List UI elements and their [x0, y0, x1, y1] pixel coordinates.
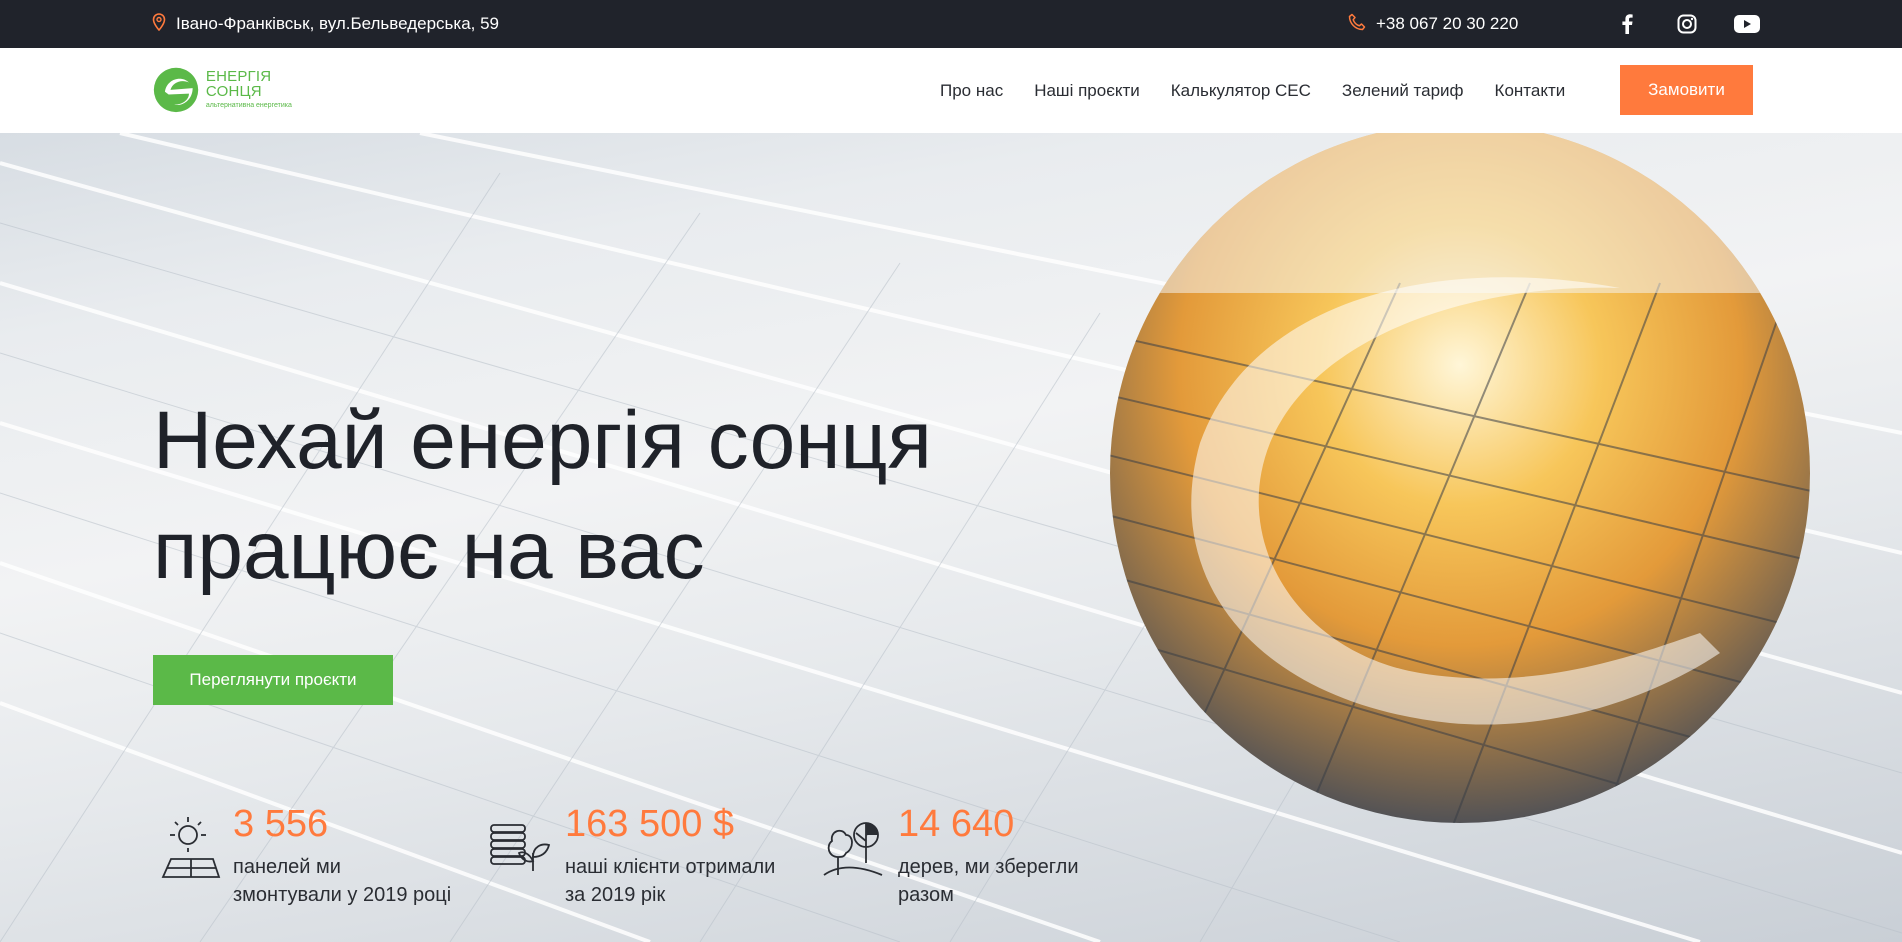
phone-text[interactable]: +38 067 20 30 220: [1376, 14, 1518, 34]
social-links: [1612, 0, 1762, 48]
stat-trees-number: 14 640: [898, 803, 1015, 845]
hero-title-line-2: працює на вас: [153, 505, 705, 596]
address-text: Івано-Франківськ, вул.Бельведерська, 59: [176, 14, 500, 33]
instagram-icon[interactable]: [1672, 9, 1702, 39]
logo-mark-icon: [153, 67, 199, 113]
stat-savings-desc-2: за 2019 рік: [565, 884, 666, 906]
stat-panels-desc-2: змонтували у 2019 році: [233, 884, 452, 906]
facebook-icon[interactable]: [1612, 9, 1642, 39]
address: Івано-Франківськ, вул.Бельведерська, 59: [152, 0, 499, 48]
youtube-icon[interactable]: [1732, 9, 1762, 39]
nav-projects[interactable]: Наші проєкти: [1034, 81, 1140, 101]
stat-panels-number: 3 556: [233, 803, 329, 845]
hero-title: Нехай енергія сонця працює на вас: [153, 386, 1053, 606]
stat-trees-desc: дерев, ми зберегли разом: [898, 853, 1158, 909]
solar-panel-icon: [161, 817, 221, 878]
stat-panels-desc-1: панелей ми: [233, 856, 341, 878]
order-button[interactable]: Замовити: [1620, 65, 1753, 115]
top-bar: Івано-Франківськ, вул.Бельведерська, 59 …: [0, 0, 1902, 48]
nav-about[interactable]: Про нас: [940, 81, 1003, 101]
logo-tagline: альтернативна енергетика: [205, 102, 292, 109]
phone[interactable]: +38 067 20 30 220: [1348, 0, 1518, 48]
stat-savings-number: 163 500 $: [565, 803, 735, 845]
logo[interactable]: ЕНЕРГІЯ СОНЦЯ альтернативна енергетика: [152, 59, 322, 119]
nav-green-tariff[interactable]: Зелений тариф: [1342, 81, 1464, 101]
main-nav: Про нас Наші проєкти Калькулятор СЕС Зел…: [940, 48, 1596, 133]
site-header: ЕНЕРГІЯ СОНЦЯ альтернативна енергетика П…: [0, 48, 1902, 133]
stat-savings-desc-1: наші клієнти отримали: [565, 856, 776, 878]
nav-contacts[interactable]: Контакти: [1495, 81, 1566, 101]
stat-panels-desc: панелей ми змонтували у 2019 році: [233, 853, 493, 909]
location-pin-icon: [152, 12, 166, 36]
coins-growth-icon: [490, 824, 551, 871]
stat-trees-desc-1: дерев, ми зберегли: [898, 856, 1079, 878]
trees-icon: [823, 822, 883, 876]
stat-trees-desc-2: разом: [898, 884, 954, 906]
phone-icon: [1348, 13, 1366, 36]
logo-name: ЕНЕРГІЯ СОНЦЯ: [205, 68, 272, 100]
view-projects-button[interactable]: Переглянути проєкти: [153, 655, 393, 705]
stat-savings-desc: наші клієнти отримали за 2019 рік: [565, 853, 825, 909]
hero-section: Нехай енергія сонця працює на вас Перегл…: [0, 133, 1902, 942]
nav-calculator[interactable]: Калькулятор СЕС: [1171, 81, 1311, 101]
hero-title-line-1: Нехай енергія сонця: [153, 395, 932, 486]
